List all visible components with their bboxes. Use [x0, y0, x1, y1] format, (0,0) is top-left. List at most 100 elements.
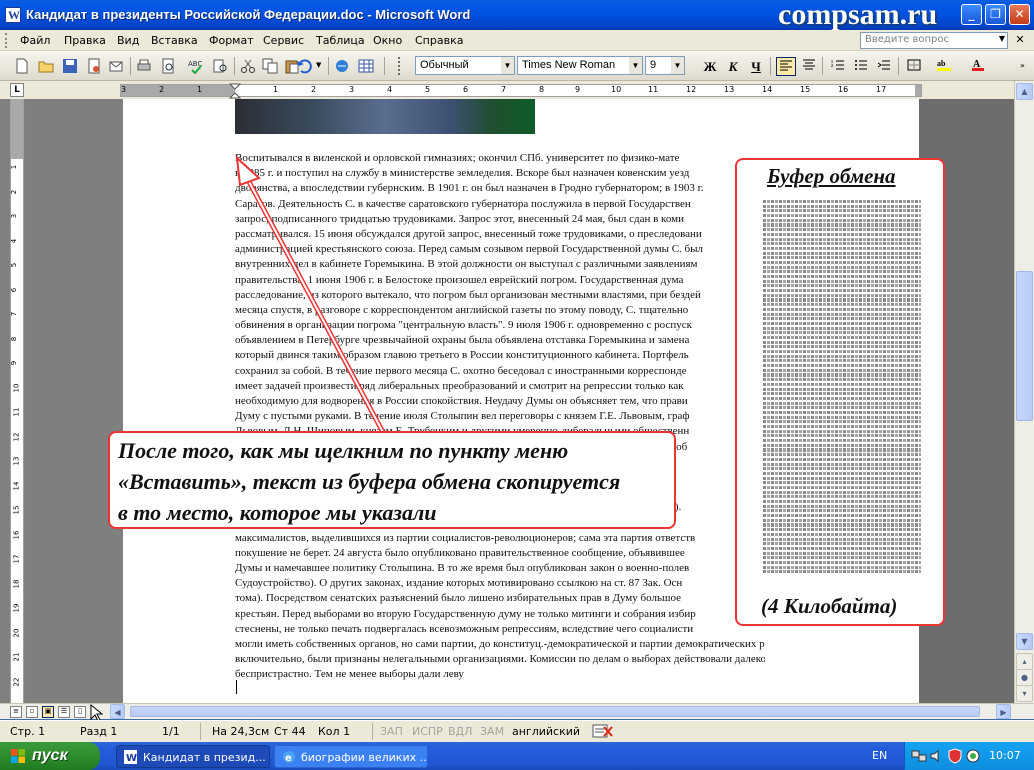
toolbar-grip[interactable] — [5, 33, 8, 48]
clock[interactable]: 10:07 — [989, 749, 1021, 762]
horizontal-ruler[interactable]: 3 2 1 1 2 3 4 5 6 7 8 9 10 11 12 13 14 1… — [120, 83, 922, 99]
network-icon[interactable] — [911, 748, 927, 764]
word-doc-icon: W — [124, 750, 137, 764]
scroll-left-button[interactable]: ◀ — [110, 704, 125, 719]
volume-icon[interactable] — [929, 748, 945, 764]
web-view-button[interactable]: ▫ — [26, 706, 38, 718]
clipboard-size: (4 Килобайта) — [761, 594, 898, 618]
outline-view-button[interactable]: ☰ — [58, 706, 70, 718]
previous-page-button[interactable]: ▴ — [1016, 653, 1033, 670]
minimize-button[interactable]: _ — [961, 4, 982, 25]
copy-icon[interactable] — [262, 58, 278, 74]
text-line: необходимую для водворения в России спок… — [235, 395, 688, 407]
bulleted-list-icon — [855, 60, 867, 70]
table-icon[interactable] — [358, 58, 374, 74]
spelling-icon[interactable]: ABC — [188, 58, 204, 74]
tab-selector[interactable]: L — [10, 83, 24, 97]
menu-insert[interactable]: Вставка — [151, 34, 198, 47]
reading-view-button[interactable]: ▯ — [74, 706, 86, 718]
menu-table[interactable]: Таблица — [316, 34, 365, 47]
chevron-down-icon[interactable]: ▼ — [999, 34, 1005, 43]
font-size-select[interactable]: 9 ▼ — [645, 56, 685, 75]
chevron-down-icon[interactable]: ▼ — [501, 57, 514, 74]
print-layout-button[interactable]: ▣ — [42, 706, 54, 718]
scroll-down-button[interactable]: ▼ — [1016, 633, 1033, 650]
menu-file[interactable]: Файл — [20, 34, 50, 47]
vertical-scrollbar[interactable]: ▲ ▼ ▴ ● ▾ — [1014, 81, 1034, 703]
menu-window[interactable]: Окно — [373, 34, 402, 47]
chevron-down-icon[interactable]: ▼ — [671, 57, 684, 74]
save-icon[interactable] — [62, 58, 78, 74]
vruler-label: 6 — [10, 287, 19, 292]
decrease-indent-button[interactable] — [874, 57, 894, 76]
document-body[interactable]: Воспитывался в виленской и орловской гим… — [235, 151, 765, 680]
status-rec[interactable]: ЗАП — [380, 725, 403, 738]
language-indicator[interactable]: EN — [872, 749, 887, 762]
ruler-label: 7 — [501, 85, 507, 94]
email-icon[interactable] — [108, 58, 124, 74]
antivirus-icon[interactable] — [965, 748, 981, 764]
menu-tools[interactable]: Сервис — [263, 34, 304, 47]
align-center-button[interactable] — [799, 57, 819, 76]
borders-button[interactable] — [904, 57, 924, 76]
status-ovr[interactable]: ЗАМ — [480, 725, 504, 738]
status-language[interactable]: английский — [512, 725, 580, 738]
chevron-down-icon[interactable]: ▼ — [316, 61, 321, 69]
select-browse-object-button[interactable]: ● — [1016, 669, 1033, 686]
text-line: Саратов. Деятельность С. в качестве сара… — [235, 197, 691, 210]
highlight-button[interactable]: ab — [934, 57, 954, 76]
status-ext[interactable]: ВДЛ — [448, 725, 472, 738]
taskbar-item-browser[interactable]: e биографии великих ... — [274, 745, 428, 768]
next-page-button[interactable]: ▾ — [1016, 685, 1033, 702]
numbered-list-button[interactable]: 12 — [828, 57, 848, 76]
vertical-ruler[interactable]: 1 2 3 4 5 6 7 8 9 10 11 12 13 14 15 16 17 18 19 20 21 22 — [10, 99, 24, 703]
print-icon[interactable] — [136, 58, 152, 74]
menu-view[interactable]: Вид — [117, 34, 139, 47]
ask-question-input[interactable]: Введите вопрос ▼ — [860, 32, 1008, 49]
system-tray: 10:07 — [904, 742, 1034, 770]
document-photo[interactable] — [235, 99, 535, 134]
start-button[interactable]: пуск — [0, 742, 100, 770]
permission-icon[interactable] — [86, 58, 102, 74]
text-line: в 1885 г. и поступил на службу в министе… — [235, 167, 690, 180]
underline-button[interactable]: Ч — [746, 57, 766, 76]
status-trk[interactable]: ИСПР — [412, 725, 443, 738]
maximize-button[interactable]: ❐ — [985, 4, 1006, 25]
align-left-button[interactable] — [776, 57, 796, 76]
bold-button[interactable]: Ж — [700, 57, 720, 76]
word-app-icon[interactable] — [5, 7, 21, 23]
scroll-up-button[interactable]: ▲ — [1016, 83, 1033, 100]
hyperlink-icon[interactable] — [334, 58, 350, 74]
bulleted-list-button[interactable] — [851, 57, 871, 76]
horizontal-scroll-thumb[interactable] — [130, 706, 980, 717]
cut-icon[interactable] — [240, 58, 256, 74]
taskbar-item-word[interactable]: W Кандидат в презид... — [116, 745, 270, 768]
normal-view-button[interactable]: ≡ — [10, 706, 22, 718]
text-line: стеснены, не только печать подвергалась … — [235, 622, 694, 635]
toolbar-grip[interactable] — [398, 57, 401, 75]
security-shield-icon[interactable] — [947, 748, 963, 764]
font-color-button[interactable]: A — [968, 57, 988, 76]
document-close-icon[interactable]: ✕ — [1012, 33, 1028, 48]
style-value: Обычный — [420, 59, 469, 71]
new-document-icon[interactable] — [14, 58, 30, 74]
indent-marker-icon[interactable] — [229, 83, 241, 99]
style-select[interactable]: Обычный ▼ — [415, 56, 515, 75]
menu-help[interactable]: Справка — [415, 34, 463, 47]
print-preview-icon[interactable] — [160, 58, 176, 74]
font-select[interactable]: Times New Roman ▼ — [517, 56, 643, 75]
undo-icon[interactable] — [296, 58, 312, 74]
chevron-down-icon[interactable]: ▼ — [629, 57, 642, 74]
menu-edit[interactable]: Правка — [64, 34, 106, 47]
italic-button[interactable]: К — [723, 57, 743, 76]
toolbar-options-icon[interactable]: » — [1020, 61, 1025, 70]
research-icon[interactable] — [212, 58, 228, 74]
ruler-label: 14 — [762, 85, 773, 94]
close-button[interactable]: ✕ — [1009, 4, 1030, 25]
scroll-thumb[interactable] — [1016, 271, 1033, 421]
open-folder-icon[interactable] — [38, 58, 54, 74]
scroll-right-button[interactable]: ▶ — [996, 704, 1011, 719]
spelling-status-icon[interactable] — [592, 724, 614, 739]
menu-format[interactable]: Формат — [209, 34, 254, 47]
callout-line: «Вставить», текст из буфера обмена скопи… — [118, 469, 621, 494]
